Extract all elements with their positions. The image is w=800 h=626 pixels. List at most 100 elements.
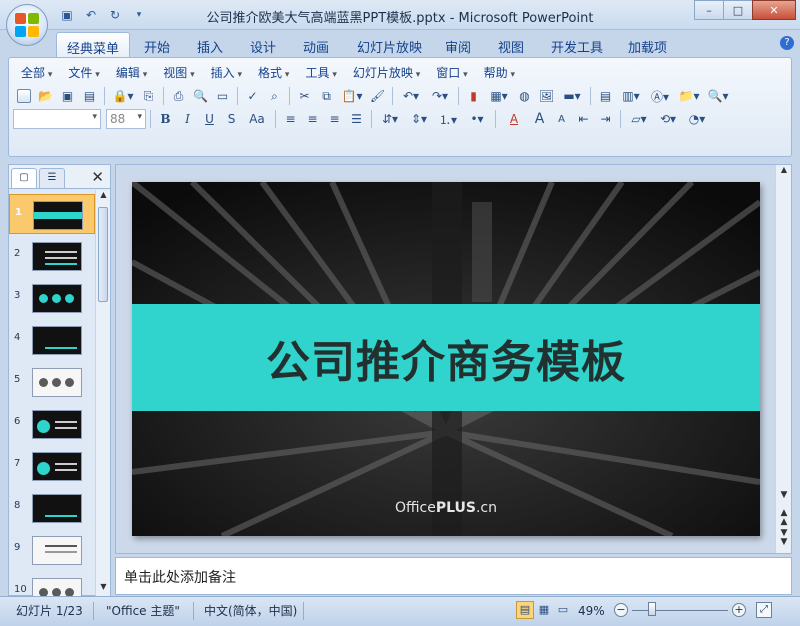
- menu-all[interactable]: 全部: [13, 62, 60, 82]
- fit-to-window-icon[interactable]: ⤢: [756, 602, 772, 618]
- scroll-thumb[interactable]: [98, 207, 108, 302]
- panel-close-icon[interactable]: ✕: [91, 168, 104, 186]
- thumbnail-scrollbar[interactable]: ▲ ▼: [95, 190, 110, 596]
- permission-icon[interactable]: 🔒▾: [109, 86, 137, 107]
- slide-title[interactable]: 公司推介商务模板: [266, 326, 626, 390]
- text-direction-icon[interactable]: ⇵▾: [376, 109, 404, 130]
- spelling-icon[interactable]: ✓: [242, 86, 263, 107]
- menu-tools[interactable]: 工具: [297, 62, 344, 82]
- cut-icon[interactable]: ✂: [294, 86, 315, 107]
- help-icon[interactable]: ?: [780, 36, 794, 50]
- bullets-icon[interactable]: •▾: [463, 109, 491, 130]
- align-left-icon[interactable]: ≡: [280, 109, 301, 130]
- menu-view[interactable]: 视图: [155, 62, 202, 82]
- zoom-slider-track[interactable]: [632, 610, 728, 611]
- italic-button[interactable]: I: [177, 109, 198, 130]
- change-case-button[interactable]: Aa: [243, 109, 271, 130]
- slide-sorter-icon[interactable]: ▦: [535, 601, 553, 619]
- decrease-indent-icon[interactable]: ⇤: [573, 109, 594, 130]
- new-icon[interactable]: [13, 86, 34, 107]
- align-right-icon[interactable]: ≡: [324, 109, 345, 130]
- menu-slideshow[interactable]: 幻灯片放映: [345, 62, 428, 82]
- redo-toolbar-icon[interactable]: ↷▾: [426, 86, 454, 107]
- zoom-out-icon[interactable]: −: [614, 603, 628, 617]
- customize-icon[interactable]: ▾: [130, 6, 148, 24]
- scroll-up-icon[interactable]: ▲: [776, 165, 792, 179]
- slide-thumbnail[interactable]: 3: [9, 278, 95, 318]
- close-button[interactable]: ✕: [752, 0, 796, 20]
- frame-icon[interactable]: ▭: [212, 86, 233, 107]
- slideshow-view-icon[interactable]: ▭: [554, 601, 572, 619]
- font-size-select[interactable]: 88: [106, 109, 146, 129]
- menu-insert[interactable]: 插入: [203, 62, 250, 82]
- slide-thumbnail[interactable]: 4: [9, 320, 95, 360]
- table-icon[interactable]: ▦▾: [485, 86, 513, 107]
- zoom-level[interactable]: 49%: [578, 601, 605, 621]
- zoom-slider-thumb[interactable]: [648, 602, 656, 616]
- zoom-in-icon[interactable]: +: [732, 603, 746, 617]
- grow-font-button[interactable]: A: [529, 109, 550, 130]
- new-slide-icon[interactable]: ▤: [595, 86, 616, 107]
- textbox-icon[interactable]: Ⓐ▾: [646, 86, 674, 107]
- save-icon[interactable]: ▣: [58, 6, 76, 24]
- tab-review[interactable]: 审阅: [435, 32, 481, 58]
- copy-icon[interactable]: ⧉: [316, 86, 337, 107]
- scroll-up-icon[interactable]: ▲: [96, 190, 111, 204]
- attach-icon[interactable]: ⎘: [138, 86, 159, 107]
- menu-format[interactable]: 格式: [250, 62, 297, 82]
- menu-edit[interactable]: 编辑: [108, 62, 155, 82]
- undo-icon[interactable]: ↶: [82, 6, 100, 24]
- tab-home[interactable]: 开始: [134, 32, 180, 58]
- tab-developer[interactable]: 开发工具: [541, 32, 613, 58]
- normal-view-icon[interactable]: ▤: [516, 601, 534, 619]
- save-file-icon[interactable]: ▣: [57, 86, 78, 107]
- slide-scrollbar[interactable]: ▲ ▼ ▲ ▲ ▼ ▼: [775, 165, 791, 553]
- save-as-icon[interactable]: ▤: [79, 86, 100, 107]
- undo-toolbar-icon[interactable]: ↶▾: [397, 86, 425, 107]
- underline-button[interactable]: U: [199, 109, 220, 130]
- minimize-button[interactable]: –: [694, 0, 724, 20]
- slide-thumbnail[interactable]: 2: [9, 236, 95, 276]
- menu-file[interactable]: 文件: [60, 62, 107, 82]
- align-center-icon[interactable]: ≡: [302, 109, 323, 130]
- tab-addins[interactable]: 加载项: [618, 32, 677, 58]
- menu-window[interactable]: 窗口: [428, 62, 475, 82]
- paste-icon[interactable]: 📋▾: [338, 86, 366, 107]
- print-preview-icon[interactable]: 🔍: [190, 86, 211, 107]
- open-icon[interactable]: 📂: [35, 86, 56, 107]
- outline-tab-icon[interactable]: ☰: [39, 168, 65, 188]
- research-icon[interactable]: ⌕: [264, 86, 285, 107]
- scroll-down-icon[interactable]: ▼: [778, 491, 790, 500]
- office-button[interactable]: [6, 4, 48, 46]
- slides-tab-icon[interactable]: ▢: [11, 168, 37, 188]
- previous-slide-icon[interactable]: ▲ ▲: [778, 509, 790, 527]
- notes-pane[interactable]: 单击此处添加备注: [115, 557, 792, 595]
- chart-icon[interactable]: ▮: [463, 86, 484, 107]
- redo-icon[interactable]: ↻: [106, 6, 124, 24]
- tab-insert[interactable]: 插入: [187, 32, 233, 58]
- next-slide-icon[interactable]: ▼ ▼: [778, 529, 790, 547]
- slide-thumbnail[interactable]: 9: [9, 530, 95, 570]
- find-icon[interactable]: 🔍▾: [704, 86, 732, 107]
- tab-animation[interactable]: 动画: [293, 32, 339, 58]
- slide-thumbnail[interactable]: 6: [9, 404, 95, 444]
- folder-icon[interactable]: 📁▾: [675, 86, 703, 107]
- tab-slideshow[interactable]: 幻灯片放映: [347, 32, 432, 58]
- font-color-button[interactable]: A: [500, 109, 528, 130]
- arrange-icon[interactable]: ⟲▾: [654, 109, 682, 130]
- slide-thumbnail[interactable]: 5: [9, 362, 95, 402]
- color-fill-icon[interactable]: ▬▾: [558, 86, 586, 107]
- bold-button[interactable]: B: [155, 109, 176, 130]
- format-painter-icon[interactable]: 🖌: [367, 86, 388, 107]
- maximize-button[interactable]: □: [723, 0, 753, 20]
- picture-icon[interactable]: 🖼: [536, 86, 557, 107]
- quick-style-icon[interactable]: ◔▾: [683, 109, 711, 130]
- theme-name[interactable]: "Office 主题": [106, 601, 180, 621]
- slide-thumbnail[interactable]: 1: [9, 194, 95, 234]
- clipart-icon[interactable]: ◍: [514, 86, 535, 107]
- menu-help[interactable]: 帮助: [476, 62, 523, 82]
- tab-view[interactable]: 视图: [488, 32, 534, 58]
- font-name-select[interactable]: [13, 109, 101, 129]
- shape-icon[interactable]: ▱▾: [625, 109, 653, 130]
- tab-design[interactable]: 设计: [240, 32, 286, 58]
